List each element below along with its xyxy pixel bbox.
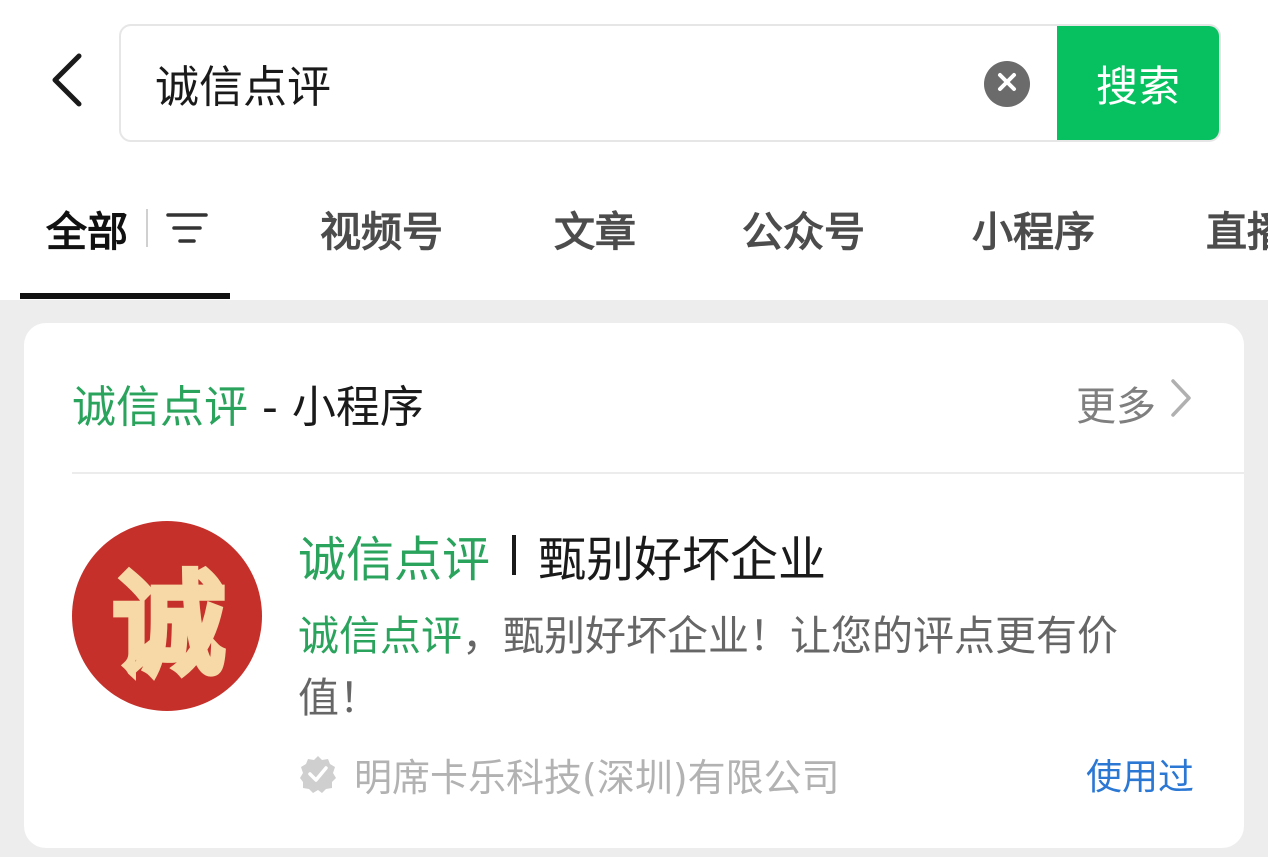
section-title-keyword: 诚信点评 xyxy=(72,382,248,433)
mini-program-result-item[interactable]: 诚 诚信点评 甄别好坏企业 诚信点评，甄别好坏企业！让您的评点更有价值！ 明席卡… xyxy=(24,475,1244,845)
result-desc-keyword: 诚信点评 xyxy=(298,612,462,660)
company-name: 明席卡乐科技(深圳)有限公司 xyxy=(354,755,840,800)
result-title-rest: 甄别好坏企业 xyxy=(538,532,827,588)
tab-mini-program[interactable]: 小程序 xyxy=(972,178,1095,278)
section-title: 诚信点评 - 小程序 xyxy=(72,363,424,443)
verified-badge-icon xyxy=(298,754,338,794)
more-button[interactable]: 更多 xyxy=(1076,363,1192,443)
result-company: 明席卡乐科技(深圳)有限公司 xyxy=(298,743,840,805)
title-separator xyxy=(512,535,517,575)
active-tab-indicator xyxy=(20,293,230,299)
result-description: 诚信点评，甄别好坏企业！让您的评点更有价值！ xyxy=(298,605,1198,729)
more-label: 更多 xyxy=(1076,384,1156,430)
search-input[interactable] xyxy=(155,26,975,140)
divider xyxy=(72,472,1244,474)
chevron-left-icon xyxy=(49,52,83,112)
result-title: 诚信点评 甄别好坏企业 xyxy=(298,515,826,595)
search-box: 搜索 xyxy=(119,24,1221,142)
search-results-screen: 搜索 全部 视频号 文章 公众号 小程序 直播 xyxy=(0,0,1268,857)
search-header: 搜索 全部 视频号 文章 公众号 小程序 直播 xyxy=(0,0,1268,300)
tab-live[interactable]: 直播 xyxy=(1206,178,1268,278)
filter-icon[interactable] xyxy=(166,211,208,245)
section-title-suffix: - 小程序 xyxy=(248,382,424,433)
tab-video[interactable]: 视频号 xyxy=(320,178,443,278)
tab-official-account[interactable]: 公众号 xyxy=(742,178,865,278)
tab-all[interactable]: 全部 xyxy=(46,178,208,278)
close-icon xyxy=(997,72,1017,96)
chevron-right-icon xyxy=(1156,378,1192,428)
search-button[interactable]: 搜索 xyxy=(1057,26,1219,140)
back-button[interactable] xyxy=(38,52,94,112)
mini-program-logo: 诚 xyxy=(72,521,262,711)
tab-article[interactable]: 文章 xyxy=(554,178,636,278)
tab-divider xyxy=(146,209,148,247)
clear-search-button[interactable] xyxy=(984,61,1030,107)
result-title-keyword: 诚信点评 xyxy=(298,532,491,588)
result-type-tabs: 全部 视频号 文章 公众号 小程序 直播 xyxy=(0,178,1268,278)
mini-program-result-card: 诚信点评 - 小程序 更多 诚 诚信点评 甄别好坏企业 诚信点评，甄别好坏企业！… xyxy=(24,323,1244,848)
used-badge: 使用过 xyxy=(1085,757,1194,798)
logo-text: 诚 xyxy=(111,559,228,694)
tab-all-label: 全部 xyxy=(46,208,128,256)
